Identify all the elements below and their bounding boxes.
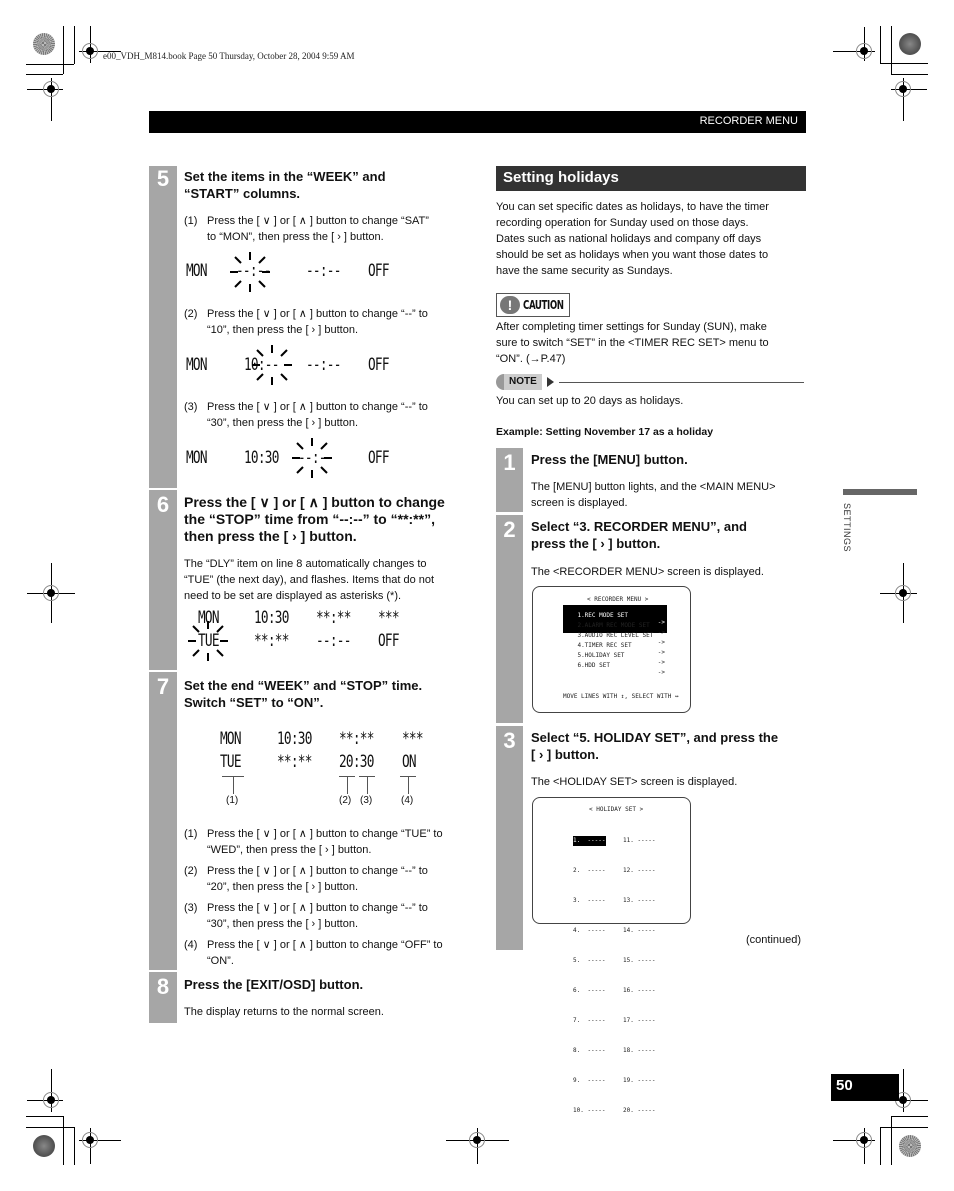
registration-disc-icon xyxy=(33,1135,55,1157)
step-number: 1 xyxy=(503,450,516,475)
step-1-title: Press the [MENU] button. xyxy=(531,452,688,467)
registration-mark-icon xyxy=(43,1092,59,1108)
step-5-bar xyxy=(149,166,177,488)
caution-badge: ! CAUTION xyxy=(496,293,570,317)
registration-mark-icon xyxy=(43,585,59,601)
holiday-slot[interactable]: 7. ----- xyxy=(573,1016,606,1026)
step-3-title: Select “5. HOLIDAY SET”, and press the [… xyxy=(531,730,779,762)
continued-label: (continued) xyxy=(746,934,802,946)
registration-mark-icon xyxy=(895,81,911,97)
step-3-bar xyxy=(496,726,523,950)
holiday-slot[interactable]: 12. ----- xyxy=(623,866,656,876)
step-2-bar xyxy=(496,515,523,723)
caution-text: After completing timer settings for Sund… xyxy=(496,321,769,365)
holiday-col-1: 1. ----- 2. ----- 3. ----- 4. ----- 5. -… xyxy=(573,816,606,1136)
step-8-body: The display returns to the normal screen… xyxy=(184,1006,384,1018)
step-number: 7 xyxy=(156,674,170,699)
example-heading: Example: Setting November 17 as a holida… xyxy=(496,426,714,438)
registration-mark-icon xyxy=(856,1132,872,1148)
holiday-slot[interactable]: 8. ----- xyxy=(573,1046,606,1056)
book-header: e00_VDH_M814.book Page 50 Thursday, Octo… xyxy=(103,51,355,61)
step-3-body: The <HOLIDAY SET> screen is displayed. xyxy=(531,776,738,788)
holiday-slot[interactable]: 4. ----- xyxy=(573,926,606,936)
holiday-slot[interactable]: 14. ----- xyxy=(623,926,656,936)
registration-disc-icon xyxy=(899,33,921,55)
step-number: 3 xyxy=(503,728,516,753)
registration-mark-icon xyxy=(82,43,98,59)
step-2-body: The <RECORDER MENU> screen is displayed. xyxy=(531,566,764,578)
holiday-slot[interactable]: 20. ----- xyxy=(623,1106,656,1116)
registration-mark-icon xyxy=(43,81,59,97)
screen-footer: MOVE LINES WITH ↕, SELECT WITH ↔ xyxy=(563,693,679,700)
flashing-icon xyxy=(230,252,270,292)
flashing-icon xyxy=(292,438,332,478)
menu-item[interactable]: 6.HDD SET -> xyxy=(563,655,667,683)
side-tab-marker xyxy=(843,489,917,495)
step-number: 8 xyxy=(156,974,170,999)
holiday-slot[interactable]: 15. ----- xyxy=(623,956,656,966)
flashing-icon xyxy=(188,621,228,661)
holiday-slot[interactable]: 10. ----- xyxy=(573,1106,606,1116)
step-1-body: The [MENU] button lights, and the <MAIN … xyxy=(531,481,776,509)
recorder-menu-screen: < RECORDER MENU > 1.REC MODE SET -> 2.AL… xyxy=(532,586,691,713)
step-number: 2 xyxy=(503,517,516,542)
callout-label: (4) xyxy=(401,795,414,806)
registration-mark-icon xyxy=(856,43,872,59)
crop-mark xyxy=(26,74,63,75)
holiday-slot[interactable]: 17. ----- xyxy=(623,1016,656,1026)
holiday-slot[interactable]: 5. ----- xyxy=(573,956,606,966)
registration-disc-icon xyxy=(33,33,55,55)
callout-label: (3) xyxy=(360,795,373,806)
callout-label: (1) xyxy=(226,795,239,806)
registration-disc-icon xyxy=(899,1135,921,1157)
step-2-title: Select “3. RECORDER MENU”, and press the… xyxy=(531,519,747,551)
callout-label: (2) xyxy=(339,795,352,806)
caution-label: CAUTION xyxy=(523,298,564,312)
step-number: 5 xyxy=(156,166,170,191)
holiday-slot[interactable]: 13. ----- xyxy=(623,896,656,906)
play-arrow-icon xyxy=(547,377,554,387)
side-tab-label: SETTINGS xyxy=(842,503,852,553)
note-text: You can set up to 20 days as holidays. xyxy=(496,395,684,407)
exclamation-icon: ! xyxy=(500,296,520,314)
holiday-slot[interactable]: 19. ----- xyxy=(623,1076,656,1086)
step-number: 6 xyxy=(156,492,170,517)
flashing-icon xyxy=(252,345,292,385)
holiday-set-screen: < HOLIDAY SET > 1. ----- 2. ----- 3. ---… xyxy=(532,797,691,1114)
holiday-slot[interactable]: 18. ----- xyxy=(623,1046,656,1056)
registration-mark-icon xyxy=(895,585,911,601)
holiday-slot[interactable]: 2. ----- xyxy=(573,866,606,876)
holiday-slot[interactable]: 16. ----- xyxy=(623,986,656,996)
holiday-col-2: 11. ----- 12. ----- 13. ----- 14. ----- … xyxy=(623,816,656,1136)
crop-mark xyxy=(26,64,74,65)
section-title: Setting holidays xyxy=(496,166,806,191)
step-5-title: Set the items in the “WEEK” and “START” … xyxy=(184,169,386,201)
note-label: NOTE xyxy=(504,374,542,390)
holiday-slot[interactable]: 11. ----- xyxy=(623,836,656,846)
page-number: 50 xyxy=(831,1074,899,1101)
step-7-bar xyxy=(149,672,177,970)
registration-mark-icon xyxy=(82,1132,98,1148)
crop-mark xyxy=(74,26,75,64)
step-6-title: Press the [ ∨ ] or [ ∧ ] button to chang… xyxy=(184,494,445,544)
divider xyxy=(559,382,804,383)
step-6-body: The “DLY” item on line 8 automatically c… xyxy=(184,558,435,602)
holiday-slot[interactable]: 3. ----- xyxy=(573,896,606,906)
holiday-slot[interactable]: 9. ----- xyxy=(573,1076,606,1086)
crop-mark xyxy=(63,26,64,74)
running-head: RECORDER MENU xyxy=(149,111,806,133)
intro-paragraph: You can set specific dates as holidays, … xyxy=(496,201,769,277)
registration-mark-icon xyxy=(469,1132,485,1148)
holiday-slot[interactable]: 6. ----- xyxy=(573,986,606,996)
step-7-title: Set the end “WEEK” and “STOP” time. Swit… xyxy=(184,678,423,710)
step-8-title: Press the [EXIT/OSD] button. xyxy=(184,977,364,992)
holiday-slot[interactable]: 1. ----- xyxy=(573,836,606,846)
